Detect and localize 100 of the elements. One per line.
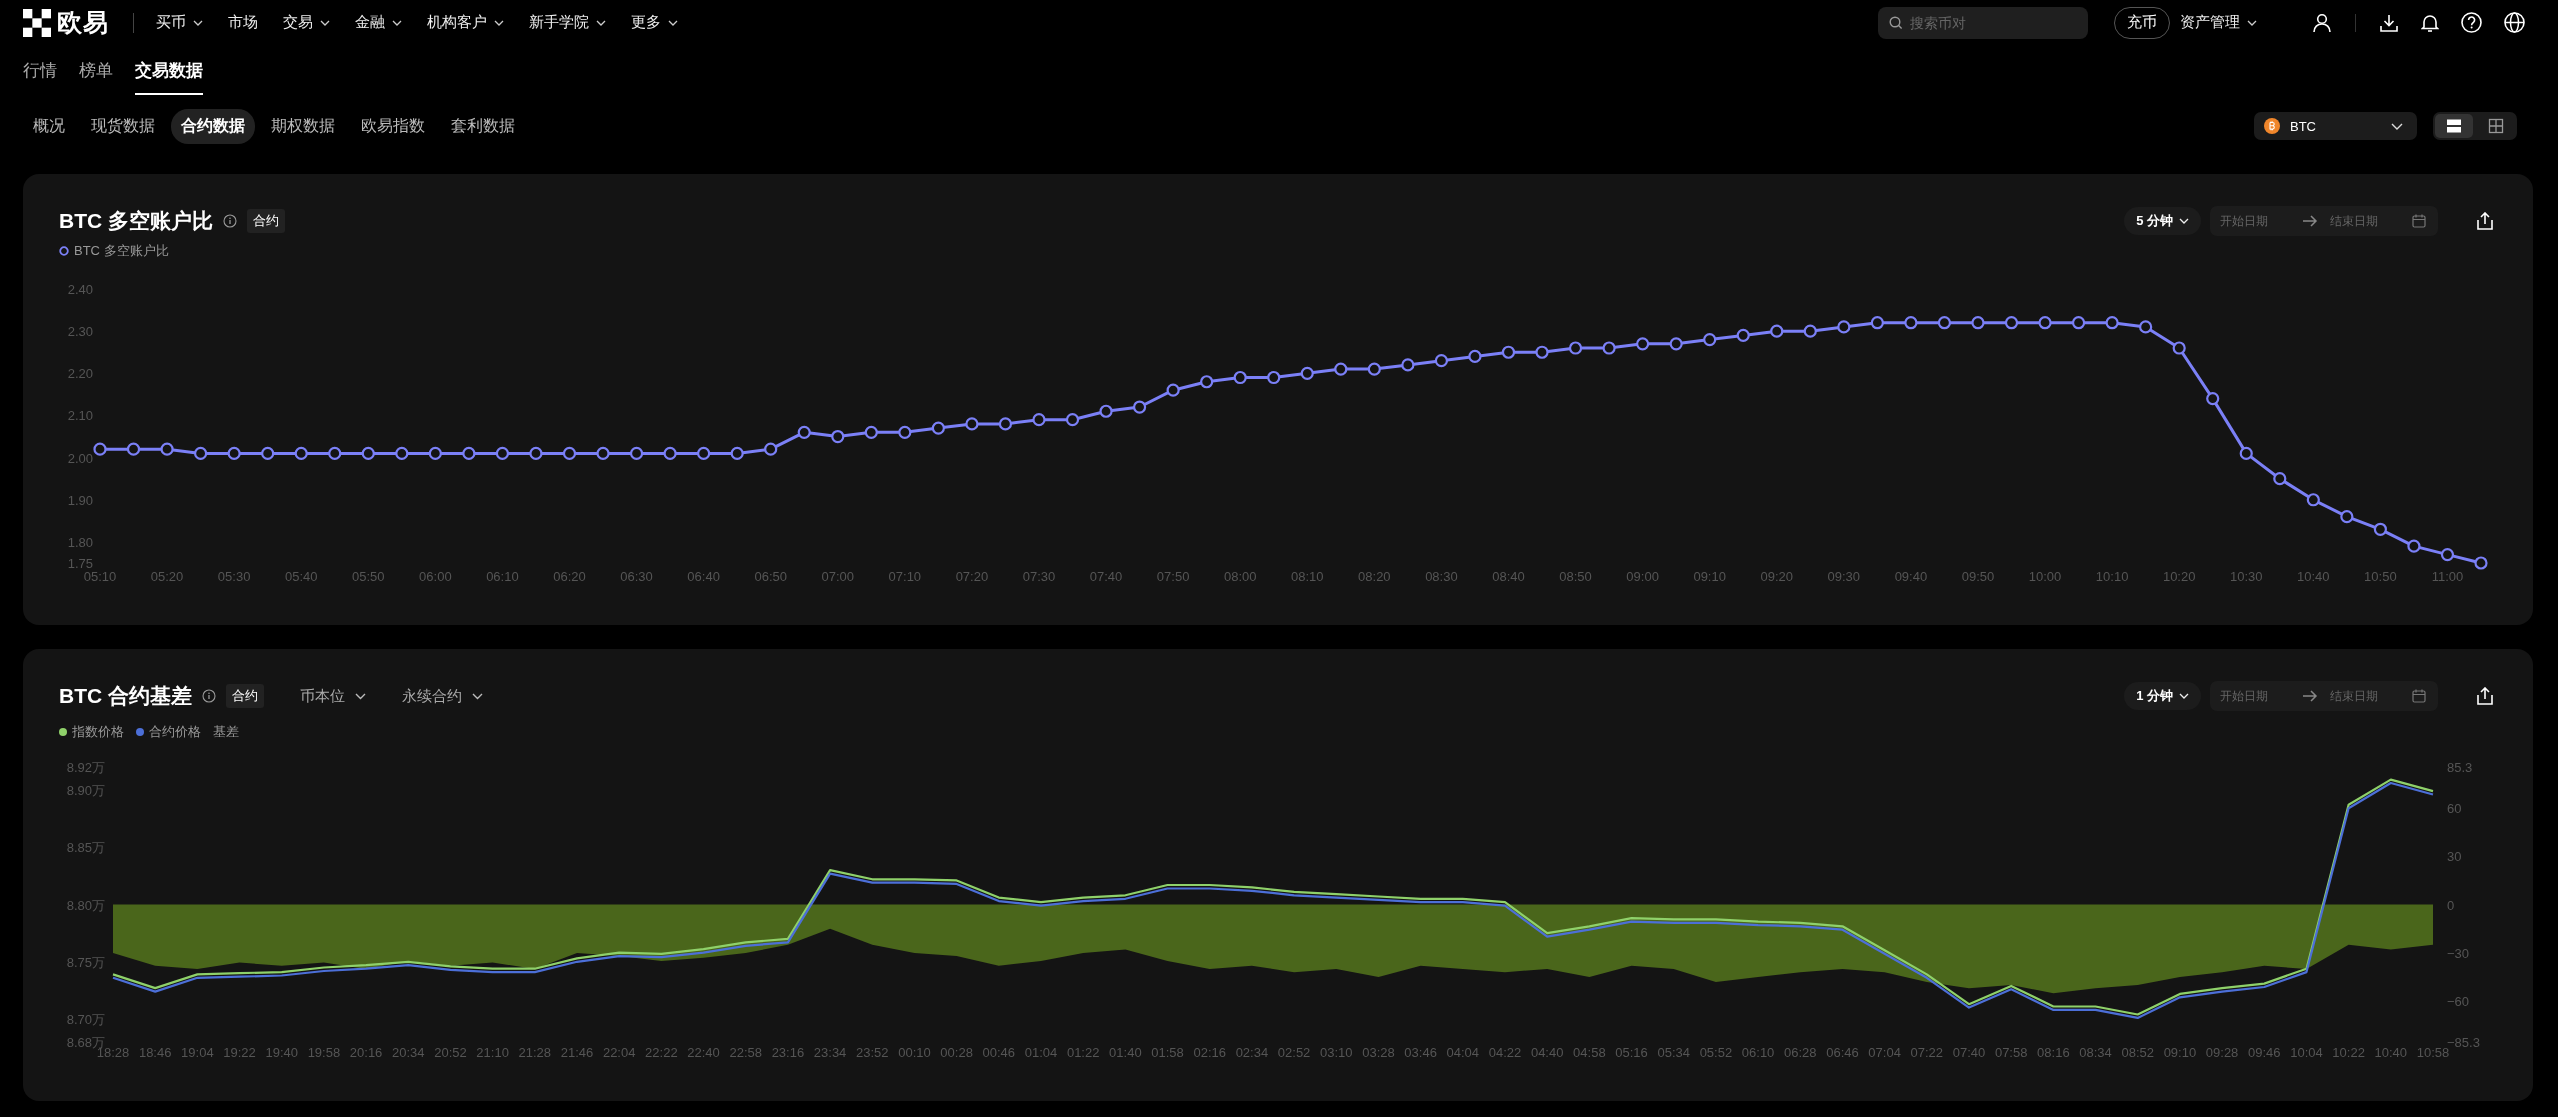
x-axis-label: 04:22 (1488, 1045, 1522, 1060)
end-date-field[interactable]: 结束日期 (2330, 214, 2400, 228)
globe-icon[interactable] (2504, 12, 2525, 33)
x-axis-label: 07:22 (1910, 1045, 1944, 1060)
y-axis-label: 2.00 (67, 450, 93, 466)
y-axis-label: 8.92万 (66, 760, 105, 775)
nav-menu-item[interactable]: 新手学院 (529, 13, 606, 32)
x-axis-label: 09:20 (1760, 569, 1794, 584)
legend-item[interactable]: 合约价格 (136, 723, 201, 741)
download-icon[interactable] (2379, 12, 2399, 33)
data-point (831, 429, 845, 444)
x-axis-label: 07:40 (1952, 1045, 1986, 1060)
interval-select[interactable]: 1 分钟 (2124, 682, 2201, 710)
x-axis-label: 05:52 (1699, 1045, 1733, 1060)
data-point (1937, 316, 1952, 330)
data-point (160, 442, 174, 456)
help-icon[interactable] (2461, 12, 2482, 33)
category-tab[interactable]: 现货数据 (81, 108, 165, 144)
x-axis-label: 02:52 (1277, 1045, 1311, 1060)
user-icon[interactable] (2312, 12, 2332, 33)
x-axis-label: 23:34 (813, 1045, 847, 1060)
list-layout-button[interactable] (2435, 114, 2473, 138)
logo-icon (23, 8, 51, 37)
assets-menu[interactable]: 资产管理 (2180, 13, 2257, 32)
nav-menu-item[interactable]: 金融 (355, 13, 402, 32)
nav-menu-item[interactable]: 机构客户 (427, 13, 504, 32)
end-date-field[interactable]: 结束日期 (2330, 689, 2400, 703)
data-point (1401, 358, 1415, 372)
info-icon[interactable] (223, 214, 237, 228)
page-tab[interactable]: 榜单 (79, 45, 113, 95)
y-axis-label: 1.75 (67, 556, 93, 571)
y-axis-label: 2.10 (67, 408, 93, 424)
x-axis-label: 06:00 (419, 569, 452, 584)
nav-menu-item[interactable]: 交易 (283, 13, 330, 32)
data-point (395, 446, 409, 460)
page-tab[interactable]: 交易数据 (135, 45, 203, 95)
data-point (2273, 472, 2287, 486)
grid-icon (2488, 118, 2504, 134)
data-point (2340, 510, 2354, 524)
x-axis-label: 22:58 (729, 1045, 762, 1060)
x-axis-label: 08:10 (1291, 569, 1324, 584)
x-axis-label: 20:52 (434, 1045, 467, 1060)
data-point (730, 446, 744, 460)
coin-select[interactable]: BTC (2254, 112, 2417, 140)
data-point (1200, 375, 1214, 389)
y-axis-label: 60 (2447, 800, 2462, 816)
caret-icon (472, 692, 483, 700)
category-tab[interactable]: 期权数据 (261, 108, 345, 144)
category-tab[interactable]: 合约数据 (171, 108, 255, 144)
coin-name: BTC (2290, 118, 2317, 134)
y-axis-label: 85.3 (2447, 760, 2473, 775)
data-point (1568, 341, 1583, 355)
x-axis-label: 09:50 (1961, 569, 1995, 584)
logo[interactable]: 欧易 (23, 6, 109, 39)
x-axis-label: 07:04 (1868, 1045, 1901, 1060)
info-icon[interactable] (202, 689, 216, 703)
category-tab[interactable]: 欧易指数 (351, 108, 435, 144)
x-axis-label: 10:30 (2230, 569, 2263, 584)
nav-menu-item[interactable]: 更多 (631, 13, 678, 32)
x-axis-label: 19:22 (223, 1045, 256, 1060)
share-icon[interactable] (2477, 212, 2493, 230)
arrow-right-icon (2302, 690, 2318, 702)
caret-icon (355, 692, 366, 700)
x-axis-label: 08:20 (1358, 569, 1391, 584)
data-point (2440, 547, 2455, 562)
x-axis-label: 01:04 (1024, 1045, 1058, 1060)
legend-item[interactable]: 基差 (213, 723, 239, 741)
search-field[interactable]: 搜索币对 (1878, 6, 2088, 39)
x-axis-label: 22:04 (602, 1045, 636, 1060)
data-point (328, 446, 342, 460)
start-date-field[interactable]: 开始日期 (2220, 689, 2290, 703)
legend-item[interactable]: 指数价格 (59, 723, 124, 741)
data-point (1501, 345, 1516, 359)
x-axis-label: 05:30 (217, 569, 251, 584)
filter-dropdown[interactable]: 币本位 (300, 686, 366, 706)
x-axis-label: 10:50 (2364, 569, 2397, 584)
filter-dropdown[interactable]: 永续合约 (402, 686, 483, 706)
x-axis-label: 10:22 (2332, 1045, 2365, 1060)
data-point (1736, 328, 1750, 342)
caret-icon (2391, 122, 2403, 130)
legend-item[interactable]: BTC 多空账户比 (59, 242, 169, 260)
x-axis-label: 22:40 (687, 1045, 720, 1060)
bell-icon[interactable] (2421, 12, 2439, 33)
x-axis-label: 08:40 (1492, 569, 1525, 584)
x-axis-label: 07:58 (1994, 1045, 2028, 1060)
x-axis-label: 05:20 (150, 569, 184, 584)
y-axis-label: 0 (2447, 897, 2455, 913)
interval-select[interactable]: 5 分钟 (2124, 207, 2201, 235)
x-axis-label: 03:28 (1362, 1045, 1395, 1060)
start-date-field[interactable]: 开始日期 (2220, 214, 2290, 228)
nav-menu-item[interactable]: 市场 (228, 13, 258, 32)
page-tab[interactable]: 行情 (23, 45, 57, 95)
x-axis-label: 07:40 (1089, 569, 1123, 584)
calendar-icon[interactable] (2412, 689, 2426, 703)
calendar-icon[interactable] (2412, 214, 2426, 228)
share-icon[interactable] (2477, 687, 2493, 705)
category-tab[interactable]: 概况 (23, 108, 75, 144)
y-axis-label: 2.30 (67, 324, 93, 340)
nav-menu-item[interactable]: 买币 (156, 13, 203, 32)
category-tab[interactable]: 套利数据 (441, 108, 525, 144)
